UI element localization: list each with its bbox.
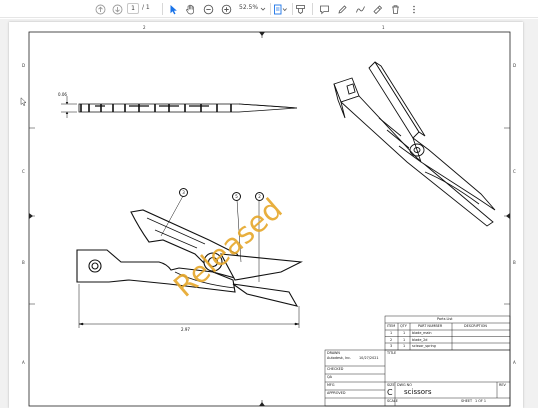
title-block-drawn-date: 10/27/2021 <box>359 356 379 360</box>
thickness-dimension-value: 0.06 <box>58 92 67 97</box>
title-block-label: QA <box>327 375 332 379</box>
zone-label-side: C <box>513 169 516 174</box>
zone-label-top: 1 <box>382 25 385 30</box>
parts-list-cell: 2 <box>390 337 393 342</box>
title-block-label: MFG <box>327 383 335 387</box>
comment-icon[interactable] <box>318 2 330 16</box>
page-down-icon[interactable] <box>110 2 124 16</box>
parts-list-header: DESCRIPTION <box>464 324 487 328</box>
title-block-label: SHEET <box>461 399 473 403</box>
title-block-label: SIZE <box>387 383 395 387</box>
toolbar-divider <box>270 3 271 15</box>
zone-label-side: A <box>22 360 25 365</box>
title-block-drawn-by: Autodesk, Inc. <box>327 356 352 360</box>
zoom-out-icon[interactable] <box>202 2 214 16</box>
toolbar-divider <box>162 3 163 15</box>
item-balloon: 5 <box>232 192 241 201</box>
drawing-sheet: 2 1 D C B A D C B A 0.06 2.97 3 5 2 Rele… <box>9 22 523 408</box>
parts-list-cell: 1 <box>403 337 406 342</box>
parts-list-cell: blade_main <box>412 331 432 335</box>
draw-icon[interactable] <box>354 2 366 16</box>
title-block-label: REV <box>499 383 506 387</box>
zoom-level[interactable]: 52.5% <box>239 4 258 11</box>
title-block-label: SCALE <box>387 399 398 403</box>
highlight-icon[interactable] <box>294 2 306 16</box>
toolbar-divider <box>292 3 293 15</box>
pen-icon[interactable] <box>336 2 348 16</box>
page-number-input[interactable]: 1 <box>127 3 139 14</box>
page-fit-icon[interactable] <box>272 2 290 16</box>
zoom-in-icon[interactable] <box>220 2 232 16</box>
mouse-cursor-icon <box>20 91 27 110</box>
item-balloon: 3 <box>179 188 188 197</box>
parts-list-title: Parts List <box>437 317 453 321</box>
top-view <box>78 103 298 113</box>
isometric-view <box>333 61 496 227</box>
parts-list-cell: 3 <box>390 344 393 348</box>
parts-list-header: ITEM <box>387 324 396 328</box>
zone-label-side: D <box>513 63 517 68</box>
title-block-size: C <box>387 388 393 397</box>
zone-label-side: D <box>22 63 26 68</box>
title-block <box>324 349 511 407</box>
zone-label-side: C <box>22 169 25 174</box>
viewer-toolbar: 1 / 1 52.5% <box>0 0 538 18</box>
zone-label-top: 2 <box>143 25 146 30</box>
parts-list-cell: 1 <box>403 344 406 348</box>
select-cursor-icon[interactable] <box>167 2 179 16</box>
page-up-icon[interactable] <box>93 2 107 16</box>
parts-list-header: QTY <box>400 324 407 328</box>
title-block-sheet: 1 OF 1 <box>475 399 487 403</box>
parts-list-header: PART NUMBER <box>418 324 443 328</box>
zone-label-side: B <box>513 260 516 265</box>
delete-icon[interactable] <box>389 2 401 16</box>
parts-list-cell: scissor_spring <box>412 344 436 348</box>
thickness-dimension <box>61 96 77 118</box>
zoom-dropdown-icon[interactable] <box>259 2 267 16</box>
zone-label-side: A <box>513 360 516 365</box>
hand-pan-icon[interactable] <box>184 2 196 16</box>
title-block-label: TITLE <box>387 351 397 355</box>
more-icon[interactable] <box>409 2 419 16</box>
title-block-label: DRAWN <box>327 351 340 355</box>
parts-list-cell: 1 <box>390 331 393 335</box>
toolbar-divider <box>312 3 313 15</box>
page-count: / 1 <box>142 4 150 11</box>
title-block-label: DWG NO <box>397 383 412 387</box>
title-block-label: APPROVED <box>327 391 346 395</box>
title-block-label: CHECKED <box>327 367 344 371</box>
parts-list-cell: blade_2d <box>412 337 428 342</box>
title-block-dwg-no: scissors <box>404 388 432 396</box>
stamp-icon[interactable] <box>371 2 383 16</box>
length-dimension-value: 2.97 <box>181 327 190 332</box>
parts-list-cell: 1 <box>403 331 406 335</box>
zone-label-side: B <box>22 260 25 265</box>
